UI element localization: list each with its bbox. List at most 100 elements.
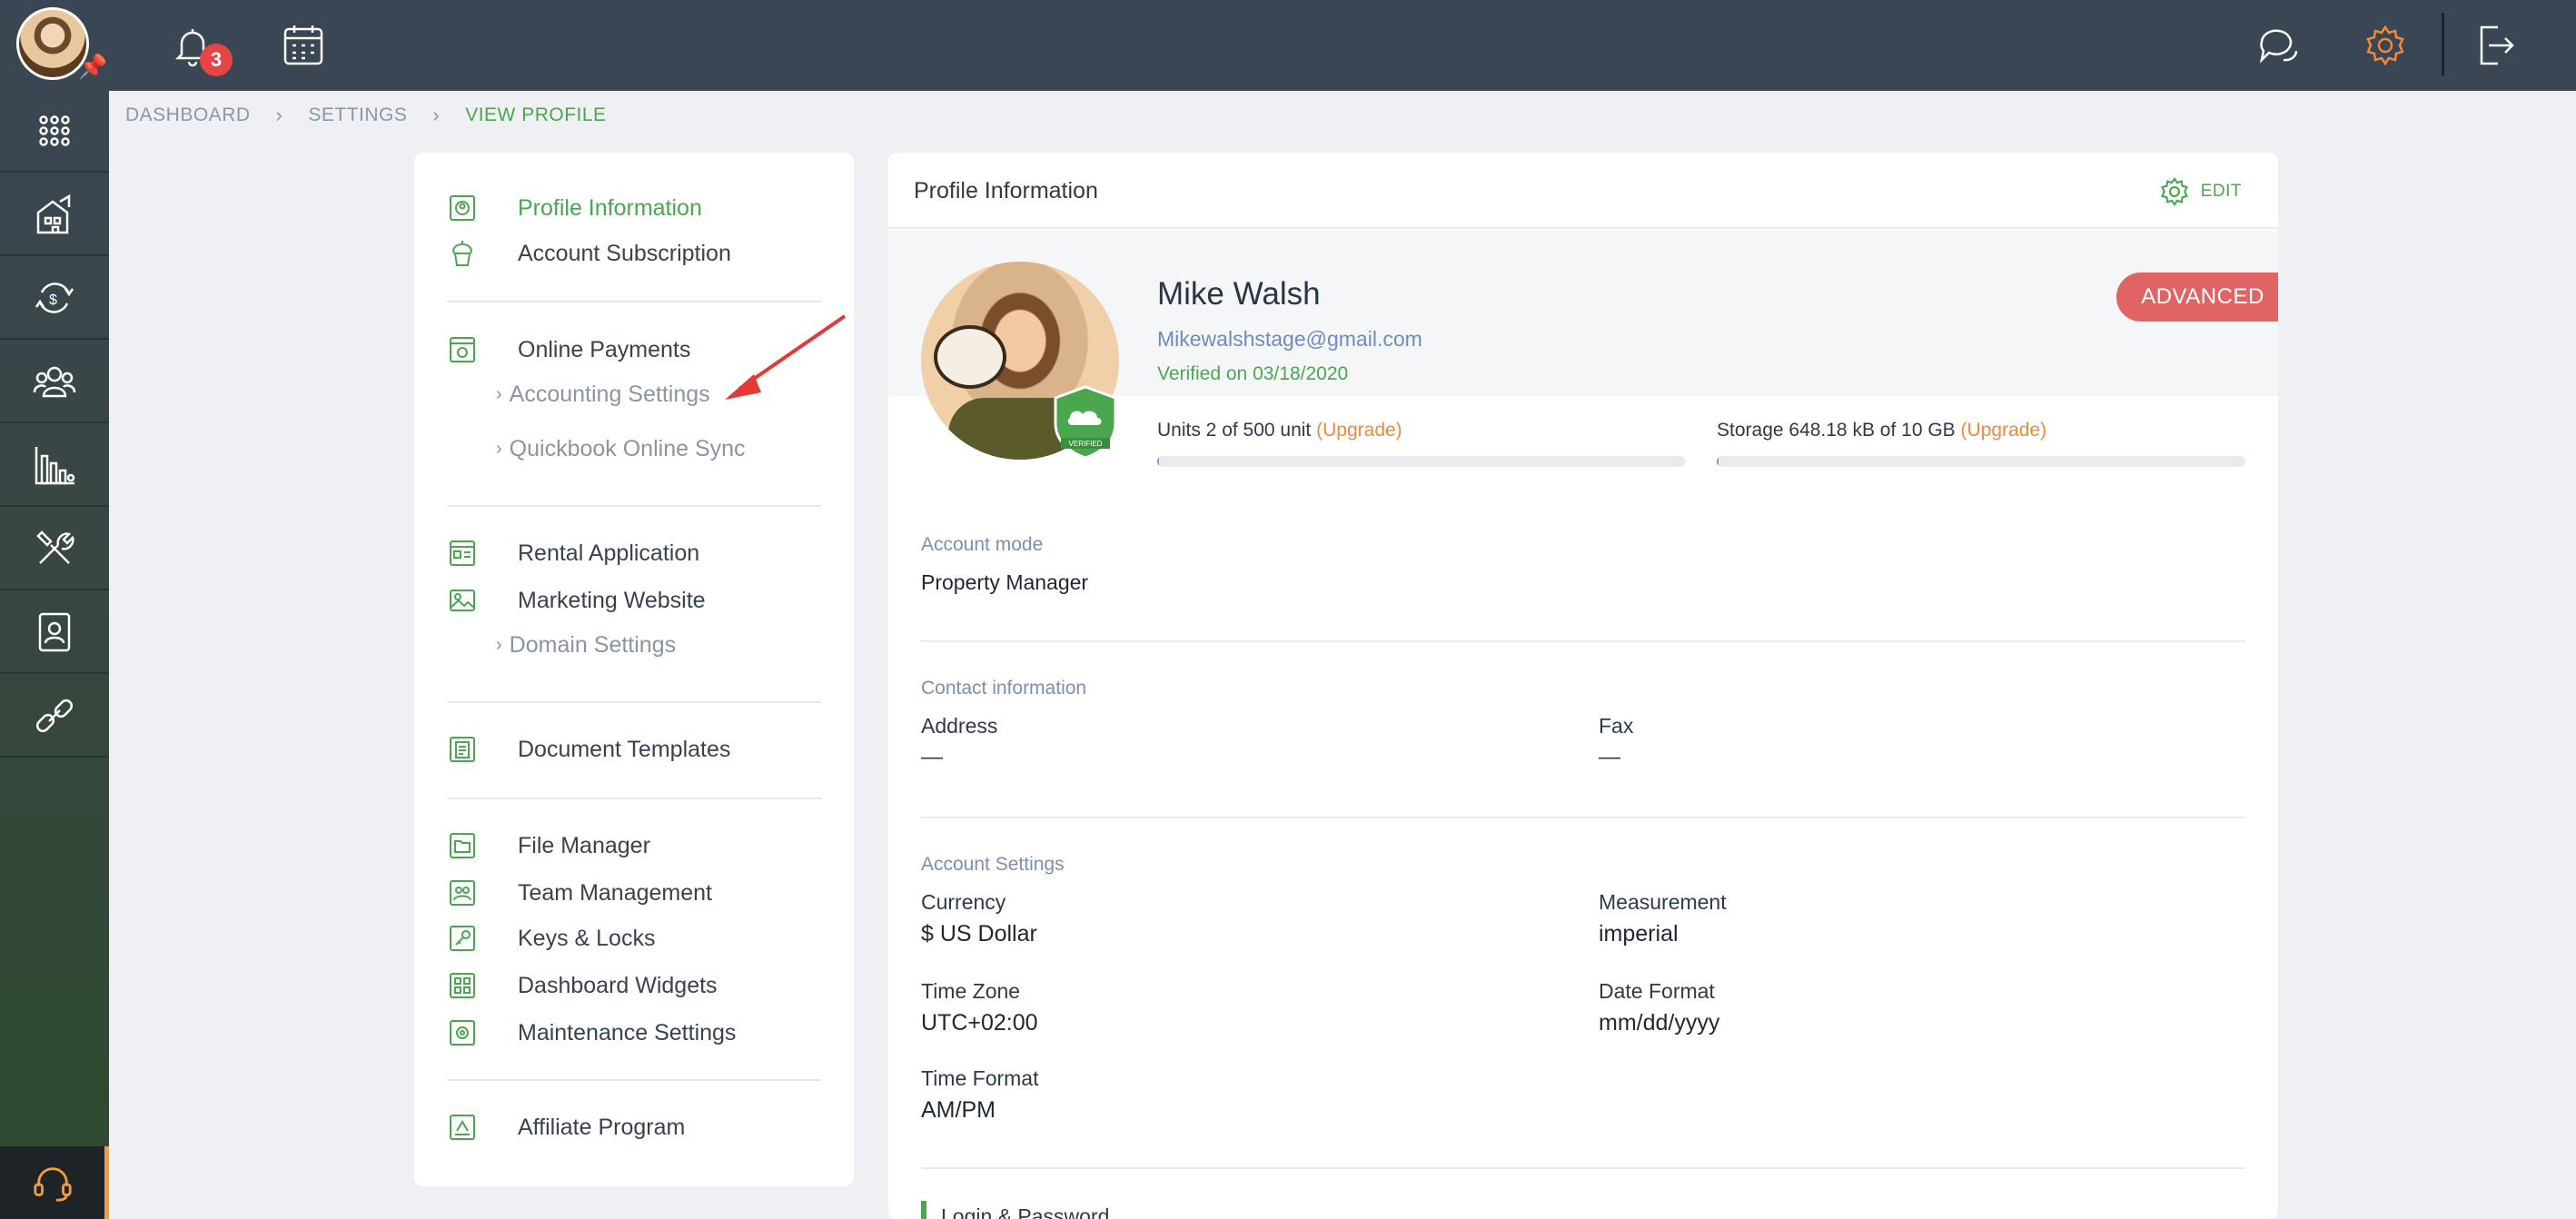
nav-label: Dashboard Widgets (518, 972, 718, 998)
gear-icon (2160, 176, 2188, 207)
nav-label: Document Templates (518, 736, 731, 762)
verified-date: Verified on 03/18/2020 (1157, 363, 1349, 384)
link-icon (35, 699, 74, 733)
calendar-button[interactable] (276, 18, 331, 73)
plan-badge: ADVANCED (2116, 273, 2278, 322)
settings-nav: Profile Information Account Subscription… (414, 153, 854, 1186)
units-upgrade-link[interactable]: (Upgrade) (1316, 420, 1402, 441)
dateformat-label: Date Format (1599, 979, 1715, 1003)
gear-icon (2366, 25, 2404, 66)
chevron-right-icon: › (496, 635, 502, 655)
messages-button[interactable] (2251, 18, 2305, 73)
panel-header: Profile Information EDIT (888, 153, 2278, 229)
buildings-icon (36, 193, 71, 234)
nav-file-manager[interactable]: File Manager (447, 830, 650, 861)
breadcrumb-settings[interactable]: SETTINGS (308, 104, 407, 126)
fax-label: Fax (1599, 714, 1634, 738)
login-accent-bar (921, 1201, 926, 1219)
storage-usage-label: Storage 648.18 kB of 10 GB (Upgrade) (1717, 420, 2046, 441)
breadcrumb-dashboard[interactable]: DASHBOARD (125, 104, 251, 126)
measurement-label: Measurement (1599, 890, 1727, 914)
nav-document-templates[interactable]: Document Templates (447, 734, 730, 765)
login-password-heading: Login & Password (941, 1204, 1110, 1219)
nav-divider (447, 701, 821, 703)
timeformat-value: AM/PM (921, 1097, 996, 1123)
chevron-right-icon: › (432, 104, 441, 126)
maintenance-gear-icon (447, 1017, 478, 1048)
nav-sub-label: Quickbook Online Sync (509, 436, 746, 461)
notification-count-badge: 3 (200, 44, 233, 76)
nav-online-payments[interactable]: Online Payments (447, 334, 690, 365)
nav-account-subscription[interactable]: Account Subscription (447, 238, 731, 269)
breadcrumb: DASHBOARD › SETTINGS › VIEW PROFILE (125, 103, 607, 128)
chevron-right-icon: › (496, 439, 502, 459)
nav-rental-application[interactable]: Rental Application (447, 538, 699, 569)
nav-label: Account Subscription (518, 240, 731, 266)
rail-maintenance[interactable] (0, 509, 109, 590)
currency-value: $ US Dollar (921, 921, 1037, 946)
application-form-icon (447, 538, 478, 569)
contact-heading: Contact information (921, 678, 1087, 699)
section-divider (921, 640, 2245, 642)
nav-team-management[interactable]: Team Management (447, 877, 712, 908)
pin-icon[interactable]: 📌 (78, 53, 107, 81)
nav-profile-information[interactable]: Profile Information (447, 193, 702, 223)
bar-chart-icon (35, 447, 75, 485)
units-usage-label: Units 2 of 500 unit (Upgrade) (1157, 420, 1402, 441)
image-icon (447, 585, 478, 616)
profile-name: Mike Walsh (1157, 276, 1321, 312)
rail-people[interactable] (0, 342, 109, 423)
nav-label: Maintenance Settings (518, 1019, 737, 1046)
edit-button[interactable]: EDIT (2159, 176, 2242, 207)
logout-button[interactable] (2467, 18, 2522, 73)
rail-properties[interactable] (0, 174, 109, 256)
affiliate-icon (447, 1112, 478, 1143)
rail-payments[interactable]: $ (0, 258, 109, 340)
rail-contacts[interactable] (0, 592, 109, 674)
edit-label: EDIT (2200, 182, 2242, 201)
nav-sub-label: Accounting Settings (509, 382, 710, 407)
nav-label: File Manager (518, 832, 650, 858)
storage-progress-bar (1717, 456, 2245, 467)
calendar-icon (283, 25, 323, 65)
timezone-value: UTC+02:00 (921, 1010, 1038, 1036)
nav-marketing-website[interactable]: Marketing Website (447, 585, 706, 616)
nav-label: Rental Application (518, 540, 700, 566)
nav-maintenance-settings[interactable]: Maintenance Settings (447, 1017, 736, 1048)
nav-domain-settings[interactable]: › Domain Settings (496, 632, 676, 659)
address-value: — (921, 745, 943, 769)
units-progress-bar (1157, 456, 1686, 467)
apps-grid-icon (39, 115, 70, 146)
topbar-divider (2442, 13, 2444, 76)
section-divider (921, 817, 2245, 818)
support-button[interactable] (0, 1146, 109, 1219)
profile-icon (447, 193, 478, 223)
settings-button[interactable] (2358, 18, 2413, 73)
nav-keys-locks[interactable]: Keys & Locks (447, 923, 655, 954)
notifications-button[interactable]: 3 (165, 18, 233, 76)
contact-card-icon (38, 612, 71, 652)
timezone-label: Time Zone (921, 979, 1021, 1003)
units-text: Units 2 of 500 unit (1157, 420, 1312, 441)
address-label: Address (921, 714, 998, 738)
folder-icon (447, 830, 478, 861)
nav-divider (447, 505, 821, 507)
panel-title: Profile Information (914, 178, 1098, 203)
profile-email[interactable]: Mikewalshstage@gmail.com (1157, 327, 1422, 352)
nav-label: Online Payments (518, 336, 691, 362)
rail-apps[interactable] (0, 91, 109, 173)
key-icon (447, 923, 478, 954)
nav-accounting-settings[interactable]: › Accounting Settings (496, 382, 710, 408)
nav-dashboard-widgets[interactable]: Dashboard Widgets (447, 970, 718, 1001)
nav-quickbook-sync[interactable]: › Quickbook Online Sync (496, 436, 746, 462)
rail-links[interactable] (0, 676, 109, 758)
tools-icon (36, 530, 74, 564)
storage-upgrade-link[interactable]: (Upgrade) (1961, 420, 2047, 441)
dateformat-value: mm/dd/yyyy (1599, 1010, 1720, 1036)
logout-icon (2480, 25, 2514, 65)
chat-bubbles-icon (2259, 29, 2298, 64)
rail-reports[interactable] (0, 425, 109, 507)
nav-affiliate-program[interactable]: Affiliate Program (447, 1112, 685, 1143)
money-cycle-icon: $ (35, 282, 74, 313)
account-mode-heading: Account mode (921, 534, 1044, 555)
